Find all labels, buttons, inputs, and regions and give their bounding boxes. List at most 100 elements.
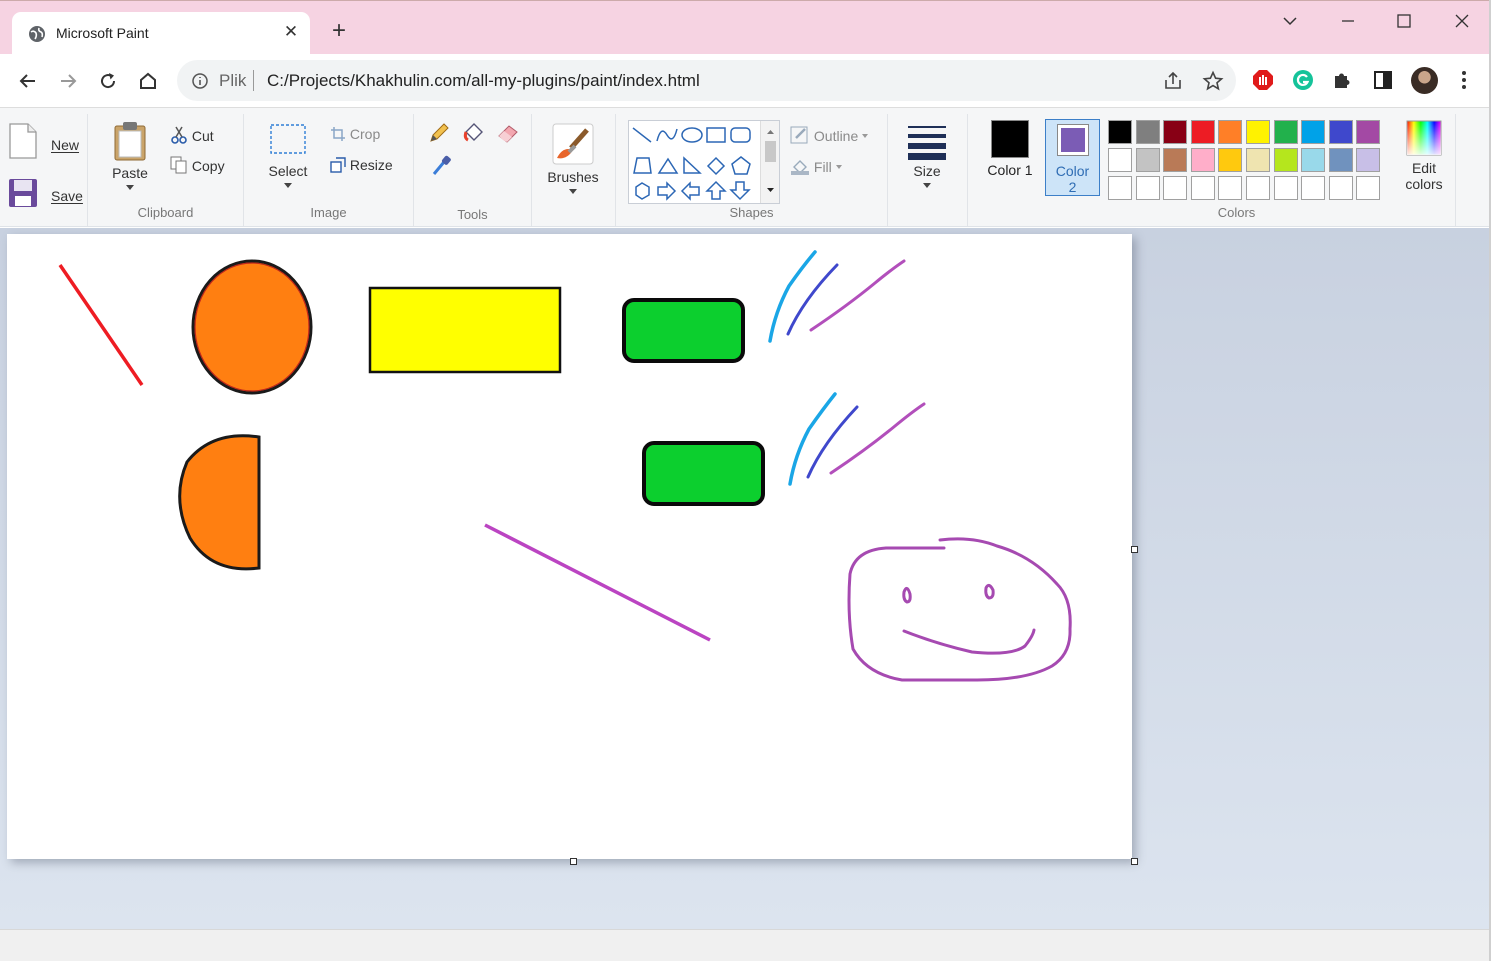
resize-handle-corner[interactable] bbox=[1131, 858, 1138, 865]
palette-swatch[interactable] bbox=[1218, 148, 1243, 172]
palette-swatch[interactable] bbox=[1218, 120, 1243, 144]
diamond-shape-icon bbox=[706, 156, 726, 176]
crop-button[interactable]: Crop bbox=[330, 126, 380, 142]
palette-swatch[interactable] bbox=[1163, 120, 1188, 144]
address-bar[interactable]: Plik C:/Projects/Khakhulin.com/all-my-pl… bbox=[177, 60, 1236, 101]
outline-dropdown-icon[interactable] bbox=[862, 134, 869, 138]
palette-swatch[interactable] bbox=[1190, 120, 1215, 144]
palette-swatch[interactable] bbox=[1301, 148, 1326, 172]
maximize-icon[interactable] bbox=[1384, 7, 1424, 35]
new-button[interactable]: New bbox=[8, 122, 84, 162]
tab-title: Microsoft Paint bbox=[56, 25, 149, 41]
palette-swatch[interactable] bbox=[1218, 176, 1243, 200]
forward-icon[interactable] bbox=[54, 67, 82, 95]
tools-group-label: Tools bbox=[457, 207, 488, 222]
palette-swatch[interactable] bbox=[1163, 148, 1188, 172]
size-button[interactable]: Size bbox=[904, 120, 950, 188]
select-dropdown-icon[interactable] bbox=[284, 183, 292, 188]
edit-colors-label: Edit colors bbox=[1405, 160, 1443, 192]
palette-swatch[interactable] bbox=[1245, 120, 1270, 144]
tab-search-icon[interactable] bbox=[1270, 7, 1310, 35]
palette-swatch[interactable] bbox=[1273, 148, 1298, 172]
edit-colors-button[interactable]: Edit colors bbox=[1396, 119, 1452, 192]
tab-close-icon[interactable]: ✕ bbox=[282, 23, 300, 41]
line-shape-icon bbox=[632, 127, 652, 143]
green-rounded-rectangle bbox=[622, 298, 745, 363]
copy-button[interactable]: Copy bbox=[170, 156, 225, 174]
resize-handle-bottom[interactable] bbox=[570, 858, 577, 865]
drawing-canvas[interactable] bbox=[7, 234, 1132, 859]
paste-button[interactable]: Paste bbox=[108, 120, 152, 190]
shapes-scrollbar[interactable] bbox=[760, 121, 779, 203]
fill-dropdown-icon[interactable] bbox=[835, 165, 842, 169]
reload-icon[interactable] bbox=[94, 67, 122, 95]
back-icon[interactable] bbox=[14, 67, 42, 95]
color2-button[interactable]: Color 2 bbox=[1045, 119, 1100, 196]
palette-swatch[interactable] bbox=[1328, 148, 1353, 172]
triangle-shape-icon bbox=[657, 157, 679, 174]
palette-swatch[interactable] bbox=[1163, 176, 1188, 200]
extensions-puzzle-icon[interactable] bbox=[1331, 68, 1355, 92]
shapes-gallery bbox=[628, 120, 780, 204]
palette-swatch[interactable] bbox=[1135, 148, 1160, 172]
palette-swatch[interactable] bbox=[1301, 120, 1326, 144]
palette-swatch[interactable] bbox=[1135, 176, 1160, 200]
minimize-icon[interactable] bbox=[1328, 7, 1368, 35]
scroll-thumb bbox=[765, 141, 776, 162]
share-icon[interactable] bbox=[1162, 70, 1184, 92]
bookmark-star-icon[interactable] bbox=[1202, 70, 1224, 92]
palette-swatch[interactable] bbox=[1108, 148, 1132, 172]
select-label: Select bbox=[268, 163, 308, 179]
browser-titlebar: Microsoft Paint ✕ + bbox=[0, 0, 1491, 55]
url-text[interactable]: C:/Projects/Khakhulin.com/all-my-plugins… bbox=[267, 71, 700, 91]
info-icon[interactable] bbox=[191, 72, 209, 90]
palette-swatch[interactable] bbox=[1190, 148, 1215, 172]
size-group: Size bbox=[888, 114, 968, 226]
profile-avatar[interactable] bbox=[1411, 67, 1438, 94]
grammarly-icon[interactable] bbox=[1291, 68, 1315, 92]
resize-handle-right[interactable] bbox=[1131, 546, 1138, 553]
color-picker-icon[interactable] bbox=[430, 154, 452, 178]
paste-dropdown-icon[interactable] bbox=[126, 185, 134, 190]
palette-swatch[interactable] bbox=[1190, 176, 1215, 200]
side-panel-icon[interactable] bbox=[1371, 68, 1395, 92]
color1-button[interactable]: Color 1 bbox=[986, 120, 1034, 178]
palette-swatch[interactable] bbox=[1356, 148, 1381, 172]
palette-swatch[interactable] bbox=[1301, 176, 1326, 200]
palette-swatch[interactable] bbox=[1356, 120, 1381, 144]
new-tab-icon[interactable]: + bbox=[327, 19, 351, 43]
palette-swatch[interactable] bbox=[1328, 120, 1353, 144]
right-triangle-shape-icon bbox=[683, 156, 702, 174]
size-dropdown-icon[interactable] bbox=[923, 183, 931, 188]
outline-label: Outline bbox=[813, 128, 859, 144]
scissors-icon bbox=[171, 126, 187, 144]
fill-button[interactable]: Fill bbox=[790, 157, 842, 175]
pencil-icon[interactable] bbox=[428, 122, 450, 144]
browser-tab[interactable]: Microsoft Paint ✕ bbox=[12, 12, 310, 55]
palette-swatch[interactable] bbox=[1273, 120, 1298, 144]
palette-swatch[interactable] bbox=[1356, 176, 1381, 200]
omnibox-divider bbox=[253, 70, 254, 91]
palette-swatch[interactable] bbox=[1245, 148, 1270, 172]
fill-bucket-icon[interactable] bbox=[462, 122, 486, 144]
eraser-icon[interactable] bbox=[496, 122, 520, 144]
palette-swatch[interactable] bbox=[1273, 176, 1298, 200]
brushes-dropdown-icon[interactable] bbox=[569, 189, 577, 194]
window-close-icon[interactable] bbox=[1442, 7, 1482, 35]
outline-button[interactable]: Outline bbox=[790, 126, 869, 144]
palette-swatch[interactable] bbox=[1328, 176, 1353, 200]
brushes-label: Brushes bbox=[547, 169, 599, 185]
brushes-button[interactable]: Brushes bbox=[544, 122, 602, 194]
select-button[interactable]: Select bbox=[264, 122, 312, 188]
file-group: New Save bbox=[0, 114, 88, 226]
palette-swatch[interactable] bbox=[1135, 120, 1160, 144]
menu-kebab-icon[interactable] bbox=[1452, 68, 1476, 92]
palette-swatch[interactable] bbox=[1245, 176, 1270, 200]
palette-swatch[interactable] bbox=[1108, 176, 1132, 200]
home-icon[interactable] bbox=[134, 67, 162, 95]
palette-swatch[interactable] bbox=[1108, 120, 1132, 144]
save-button[interactable]: Save bbox=[8, 176, 84, 212]
adblock-icon[interactable] bbox=[1251, 68, 1275, 92]
resize-button[interactable]: Resize bbox=[330, 157, 393, 173]
cut-button[interactable]: Cut bbox=[170, 126, 214, 144]
